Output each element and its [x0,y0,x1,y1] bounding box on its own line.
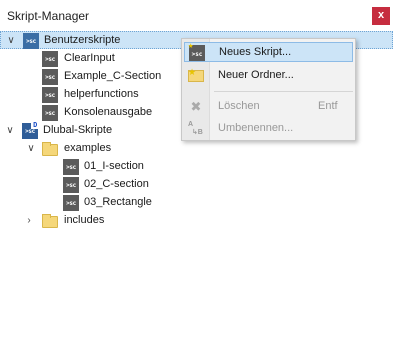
menu-item-label: Neuer Ordner... [218,69,294,81]
tree-item-02-c-section[interactable]: >sc 02_C-section [0,176,393,194]
close-button[interactable]: x [372,7,390,25]
menu-item-rename[interactable]: A ↳B Umbenennen... [184,119,353,139]
user-scripts-icon: >sc [23,33,39,49]
menu-item-new-script[interactable]: ★ >sc Neues Skript... [184,42,353,62]
tree-item-label: 01_I-section [84,160,144,172]
chevron-down-icon[interactable]: ∨ [25,140,37,158]
rename-icon: A ↳B [188,121,203,136]
tree-item-label: helperfunctions [64,88,139,100]
tree-item-label: Benutzerskripte [44,34,121,46]
tree-item-label: Example_C-Section [64,70,162,82]
tree-item-includes[interactable]: › includes [0,212,393,230]
folder-icon [42,142,58,156]
window-title: Skript-Manager [7,9,90,23]
script-icon: >sc [63,159,79,175]
script-icon: >sc [42,69,58,85]
tree-item-label: 03_Rectangle [84,196,152,208]
menu-item-label: Umbenennen... [218,122,294,134]
context-menu: ★ >sc Neues Skript... ★ Neuer Ordner... ✖… [181,38,356,141]
script-icon: >sc [63,177,79,193]
tree-item-03-rectangle[interactable]: >sc 03_Rectangle [0,194,393,212]
dlubal-scripts-icon: D >sc [22,121,39,139]
script-icon: >sc [42,105,58,121]
tree-item-label: Dlubal-Skripte [43,124,113,136]
new-folder-icon: ★ [188,68,204,82]
menu-separator [214,91,353,92]
tree-item-label: examples [64,142,112,154]
chevron-right-icon[interactable]: › [23,212,35,230]
chevron-down-icon[interactable]: ∨ [4,122,16,140]
script-icon: >sc [63,195,79,211]
tree-item-label: ClearInput [64,52,115,64]
menu-item-new-folder[interactable]: ★ Neuer Ordner... [184,66,353,86]
tree-item-examples[interactable]: ∨ examples [0,140,393,158]
script-icon: >sc [42,51,58,67]
title-bar: Skript-Manager x [0,0,393,30]
new-script-icon: ★ >sc [188,42,205,61]
delete-icon: ✖ [190,99,202,114]
tree-item-label: includes [64,214,105,226]
tree-item-01-i-section[interactable]: >sc 01_I-section [0,158,393,176]
menu-item-shortcut: Entf [318,100,338,112]
tree-item-label: Konsolenausgabe [64,106,153,118]
folder-icon [42,214,58,228]
menu-item-label: Neues Skript... [219,46,292,58]
menu-item-delete[interactable]: ✖ Löschen Entf [184,97,353,117]
script-icon: >sc [42,87,58,103]
chevron-down-icon[interactable]: ∨ [5,32,17,50]
menu-item-label: Löschen [218,100,260,112]
tree-item-label: 02_C-section [84,178,149,190]
